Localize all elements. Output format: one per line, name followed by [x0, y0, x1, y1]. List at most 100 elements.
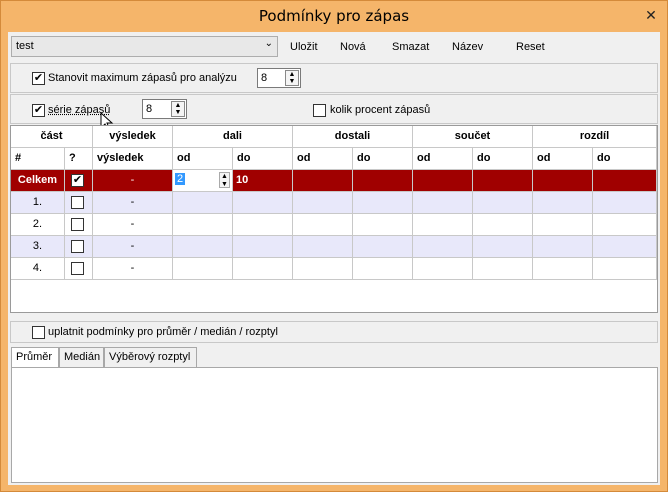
grid-cell[interactable] [293, 170, 353, 192]
grid-cell[interactable] [353, 236, 413, 258]
grid-cell[interactable] [533, 236, 593, 258]
row-label-4[interactable]: 4. [11, 258, 65, 280]
col-header-soucet-od: od [413, 148, 473, 170]
grid-cell[interactable] [413, 214, 473, 236]
grid-cell[interactable] [173, 236, 233, 258]
grid-cell[interactable] [473, 236, 533, 258]
spinner-arrows-icon[interactable]: ▲ ▼ [171, 101, 185, 117]
col-header-rozdil-od: od [533, 148, 593, 170]
grid-cell[interactable] [593, 236, 657, 258]
series-spinner[interactable]: 8 ▲ ▼ [142, 99, 187, 119]
grid-cell[interactable] [473, 214, 533, 236]
grid-cell[interactable] [233, 192, 293, 214]
group-header-rozdil: rozdíl [533, 126, 657, 148]
col-header-dali-do: do [233, 148, 293, 170]
col-header-result: výsledek [93, 148, 173, 170]
row-3-checkbox[interactable] [71, 240, 84, 253]
grid-cell[interactable] [353, 214, 413, 236]
grid-cell[interactable] [233, 214, 293, 236]
row-total-dali-do[interactable]: 10 [233, 170, 293, 192]
row-4-result[interactable]: - [93, 258, 173, 280]
series-checkbox[interactable]: ✔ [32, 104, 45, 117]
grid-cell[interactable] [353, 170, 413, 192]
row-2-checkbox-cell [65, 214, 93, 236]
grid-cell[interactable] [173, 214, 233, 236]
group-header-result: výsledek [93, 126, 173, 148]
tab-sample-variance[interactable]: Výběrový rozptyl [104, 347, 197, 367]
col-header-soucet-do: do [473, 148, 533, 170]
grid-cell[interactable] [593, 214, 657, 236]
grid-cell[interactable] [233, 236, 293, 258]
grid-cell[interactable] [533, 258, 593, 280]
row-total-dali-od-editor[interactable]: 2 ▲ ▼ [173, 170, 233, 192]
grid-cell[interactable] [533, 170, 593, 192]
tab-average[interactable]: Průměr [11, 347, 59, 368]
col-header-dostali-do: do [353, 148, 413, 170]
row-total-result[interactable]: - [93, 170, 173, 192]
row-3-result[interactable]: - [93, 236, 173, 258]
apply-stats-label: uplatnit podmínky pro průměr / medián / … [48, 326, 278, 338]
new-button[interactable]: Nová [340, 41, 366, 53]
apply-stats-panel: uplatnit podmínky pro průměr / medián / … [10, 321, 658, 343]
col-header-number: # [11, 148, 65, 170]
row-1-result[interactable]: - [93, 192, 173, 214]
grid-cell[interactable] [293, 214, 353, 236]
row-total-checkbox[interactable]: ✔ [71, 174, 84, 187]
grid-cell[interactable] [293, 192, 353, 214]
grid-cell[interactable] [293, 236, 353, 258]
delete-button[interactable]: Smazat [392, 41, 429, 53]
group-header-soucet: součet [413, 126, 533, 148]
grid-cell[interactable] [353, 192, 413, 214]
max-matches-checkbox[interactable]: ✔ [32, 72, 45, 85]
row-3-checkbox-cell [65, 236, 93, 258]
row-4-checkbox[interactable] [71, 262, 84, 275]
row-1-checkbox[interactable] [71, 196, 84, 209]
row-total-dali-od[interactable]: 2 [175, 173, 186, 185]
title-bar[interactable]: Podmínky pro zápas ✕ [1, 1, 667, 31]
save-button[interactable]: Uložit [290, 41, 318, 53]
max-matches-spinner[interactable]: 8 ▲ ▼ [257, 68, 301, 88]
row-2-result[interactable]: - [93, 214, 173, 236]
preset-combobox-value: test [16, 40, 34, 52]
conditions-grid[interactable]: část výsledek dali dostali součet rozdíl… [10, 125, 658, 313]
grid-cell[interactable] [593, 192, 657, 214]
rename-button[interactable]: Název [452, 41, 483, 53]
grid-cell[interactable] [413, 170, 473, 192]
grid-cell[interactable] [413, 192, 473, 214]
grid-cell[interactable] [173, 192, 233, 214]
grid-cell[interactable] [473, 192, 533, 214]
percent-checkbox[interactable] [313, 104, 326, 117]
chevron-down-icon[interactable]: ⌄ [265, 38, 273, 49]
grid-cell[interactable] [593, 258, 657, 280]
grid-cell[interactable] [533, 192, 593, 214]
close-icon[interactable]: ✕ [642, 6, 660, 24]
row-label-1[interactable]: 1. [11, 192, 65, 214]
row-1-checkbox-cell [65, 192, 93, 214]
grid-cell[interactable] [233, 258, 293, 280]
spinner-arrows-icon[interactable]: ▲ ▼ [219, 172, 230, 188]
grid-cell[interactable] [473, 170, 533, 192]
spinner-arrows-icon[interactable]: ▲ ▼ [285, 70, 299, 86]
col-header-dali-od: od [173, 148, 233, 170]
grid-cell[interactable] [473, 258, 533, 280]
preset-combobox[interactable]: test ⌄ [11, 36, 278, 57]
col-header-rozdil-do: do [593, 148, 657, 170]
grid-cell[interactable] [593, 170, 657, 192]
row-4-checkbox-cell [65, 258, 93, 280]
percent-label: kolik procent zápasů [330, 104, 431, 116]
group-header-dostali: dostali [293, 126, 413, 148]
grid-cell[interactable] [533, 214, 593, 236]
row-label-total[interactable]: Celkem [11, 170, 65, 192]
grid-cell[interactable] [413, 258, 473, 280]
reset-button[interactable]: Reset [516, 41, 545, 53]
tab-median[interactable]: Medián [59, 347, 104, 367]
row-label-2[interactable]: 2. [11, 214, 65, 236]
row-2-checkbox[interactable] [71, 218, 84, 231]
grid-cell[interactable] [353, 258, 413, 280]
grid-cell[interactable] [413, 236, 473, 258]
row-label-3[interactable]: 3. [11, 236, 65, 258]
max-matches-value: 8 [261, 72, 268, 84]
grid-cell[interactable] [173, 258, 233, 280]
grid-cell[interactable] [293, 258, 353, 280]
apply-stats-checkbox[interactable] [32, 326, 45, 339]
